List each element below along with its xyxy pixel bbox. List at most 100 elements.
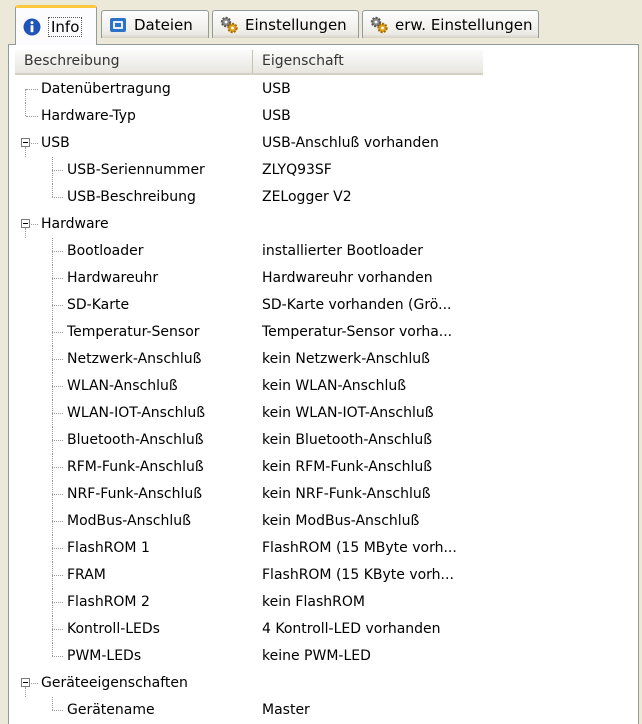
- tree-connector: [52, 467, 63, 468]
- tree-connector: [52, 386, 63, 387]
- tree-connector: [52, 359, 63, 360]
- property-value: Temperatur-Sensor vorha...: [262, 324, 453, 340]
- tree-connector: [52, 508, 53, 535]
- tree-connector: [52, 697, 53, 710]
- property-name: Netzwerk-Anschluß: [67, 351, 202, 367]
- tree-row-rfm-funk-anschluss[interactable]: RFM-Funk-Anschluß kein RFM-Funk-Anschluß: [15, 454, 635, 481]
- property-value: USB: [262, 81, 291, 97]
- property-name: Hardware-Typ: [41, 108, 136, 124]
- property-value: kein Netzwerk-Anschluß: [262, 351, 430, 367]
- tree-connector: [52, 629, 63, 630]
- gears-icon: [370, 16, 388, 33]
- tree-row-bluetooth-anschluss[interactable]: Bluetooth-Anschluß kein Bluetooth-Anschlu…: [15, 427, 635, 454]
- property-name: USB-Beschreibung: [67, 189, 196, 205]
- tree-row-hardware[interactable]: Hardware: [15, 211, 635, 238]
- tree-connector: [31, 143, 38, 144]
- property-value: USB-Anschluß vorhanden: [262, 135, 439, 151]
- tree-row-geratename[interactable]: Gerätename Master: [15, 697, 635, 724]
- tree-row-temperatur-sensor[interactable]: Temperatur-Sensor Temperatur-Sensor vorha…: [15, 319, 635, 346]
- tree-row-wlan-anschluss[interactable]: WLAN-Anschluß kein WLAN-Anschluß: [15, 373, 635, 400]
- property-name: Temperatur-Sensor: [67, 324, 200, 340]
- tree-connector: [52, 548, 63, 549]
- property-name: USB: [41, 135, 70, 151]
- info-panel: Beschreibung Eigenschaft Datenübertragun…: [8, 44, 639, 724]
- tree-row-bootloader[interactable]: Bootloader installierter Bootloader: [15, 238, 635, 265]
- property-value: Master: [262, 702, 310, 718]
- tree-connector: [52, 238, 53, 265]
- tree-connector: [26, 89, 38, 90]
- tree-row-pwm-leds[interactable]: PWM-LEDs keine PWM-LED: [15, 643, 635, 670]
- tab-einstellungen[interactable]: Einstellungen: [212, 10, 359, 38]
- property-value: kein RFM-Funk-Anschluß: [262, 459, 433, 475]
- tree-row-usb-beschreibung[interactable]: USB-Beschreibung ZELogger V2: [15, 184, 635, 211]
- tree-connector: [52, 197, 63, 198]
- tree-row-datenubertragung[interactable]: Datenübertragung USB: [15, 76, 635, 103]
- property-value: Hardwareuhr vorhanden: [262, 270, 433, 286]
- tree-row-wlan-iot-anschluss[interactable]: WLAN-IOT-Anschluß kein WLAN-IOT-Anschluß: [15, 400, 635, 427]
- files-icon: [110, 17, 126, 32]
- tree-connector: [25, 687, 26, 697]
- tree-connector: [25, 228, 26, 238]
- property-value: FlashROM (15 MByte vorh...: [262, 540, 457, 556]
- column-header-beschreibung[interactable]: Beschreibung: [15, 50, 253, 73]
- tree-connector: [52, 319, 53, 346]
- collapse-icon[interactable]: [21, 219, 30, 228]
- tree-connector: [52, 562, 53, 589]
- tree-connector: [31, 683, 38, 684]
- tree-row-usb[interactable]: USB USB-Anschluß vorhanden: [15, 130, 635, 157]
- tree-connector: [25, 103, 26, 116]
- tree-connector: [52, 710, 63, 711]
- tree-connector: [25, 89, 26, 103]
- tree-connector: [52, 481, 53, 508]
- tree-connector: [52, 400, 53, 427]
- property-name: WLAN-Anschluß: [67, 378, 178, 394]
- property-name: RFM-Funk-Anschluß: [67, 459, 204, 475]
- tree-connector: [52, 427, 53, 454]
- tree-row-fram[interactable]: FRAM FlashROM (15 KByte vorh...: [15, 562, 635, 589]
- tree-row-netzwerk-anschluss[interactable]: Netzwerk-Anschluß kein Netzwerk-Anschluß: [15, 346, 635, 373]
- column-header-eigenschaft[interactable]: Eigenschaft: [253, 50, 483, 73]
- tree-row-hardwareuhr[interactable]: Hardwareuhr Hardwareuhr vorhanden: [15, 265, 635, 292]
- tree-connector: [52, 643, 53, 656]
- property-value: kein WLAN-Anschluß: [262, 378, 407, 394]
- property-name: SD-Karte: [67, 297, 130, 313]
- collapse-icon[interactable]: [21, 678, 30, 687]
- tab-dateien-label: Dateien: [134, 15, 193, 34]
- tree-row-modbus-anschluss[interactable]: ModBus-Anschluß kein ModBus-Anschluß: [15, 508, 635, 535]
- property-value: kein ModBus-Anschluß: [262, 513, 420, 529]
- tree-row-kontroll-leds[interactable]: Kontroll-LEDs 4 Kontroll-LED vorhanden: [15, 616, 635, 643]
- tree-row-sd-karte[interactable]: SD-Karte SD-Karte vorhanden (Grö...: [15, 292, 635, 319]
- tree-connector: [52, 278, 63, 279]
- property-name: PWM-LEDs: [67, 648, 142, 664]
- property-value: kein NRF-Funk-Anschluß: [262, 486, 431, 502]
- property-name: Hardwareuhr: [67, 270, 159, 286]
- property-value: kein Bluetooth-Anschluß: [262, 432, 433, 448]
- collapse-icon[interactable]: [21, 138, 30, 147]
- tree-row-gerateeigenschaften[interactable]: Geräteeigenschaften: [15, 670, 635, 697]
- tree-connector: [52, 373, 53, 400]
- tree-row-hardware-typ[interactable]: Hardware-Typ USB: [15, 103, 635, 130]
- property-name: Geräteeigenschaften: [41, 675, 188, 691]
- tree-connector: [52, 265, 53, 292]
- tab-dateien[interactable]: Dateien: [101, 10, 209, 38]
- tab-erw-einstellungen[interactable]: erw. Einstellungen: [362, 10, 539, 38]
- property-name: Bluetooth-Anschluß: [67, 432, 204, 448]
- property-value: ZLYQ93SF: [262, 162, 332, 178]
- tree-connector: [52, 454, 53, 481]
- tab-info[interactable]: Info: [15, 5, 97, 45]
- tree-connector: [52, 494, 63, 495]
- tree-row-nrf-funk-anschluss[interactable]: NRF-Funk-Anschluß kein NRF-Funk-Anschluß: [15, 481, 635, 508]
- tree-connector: [52, 184, 53, 197]
- property-name: FRAM: [67, 567, 106, 583]
- tree-row-flashrom-1[interactable]: FlashROM 1 FlashROM (15 MByte vorh...: [15, 535, 635, 562]
- tree-row-usb-seriennummer[interactable]: USB-Seriennummer ZLYQ93SF: [15, 157, 635, 184]
- tree-connector: [25, 147, 26, 157]
- tab-info-label: Info: [48, 16, 83, 37]
- gears-icon: [220, 16, 238, 33]
- property-name: Kontroll-LEDs: [67, 621, 160, 637]
- tree-row-flashrom-2[interactable]: FlashROM 2 kein FlashROM: [15, 589, 635, 616]
- property-name: Bootloader: [67, 243, 144, 259]
- tree-connector: [52, 157, 53, 184]
- tab-einstellungen-label: Einstellungen: [245, 15, 347, 34]
- tree-connector: [52, 170, 63, 171]
